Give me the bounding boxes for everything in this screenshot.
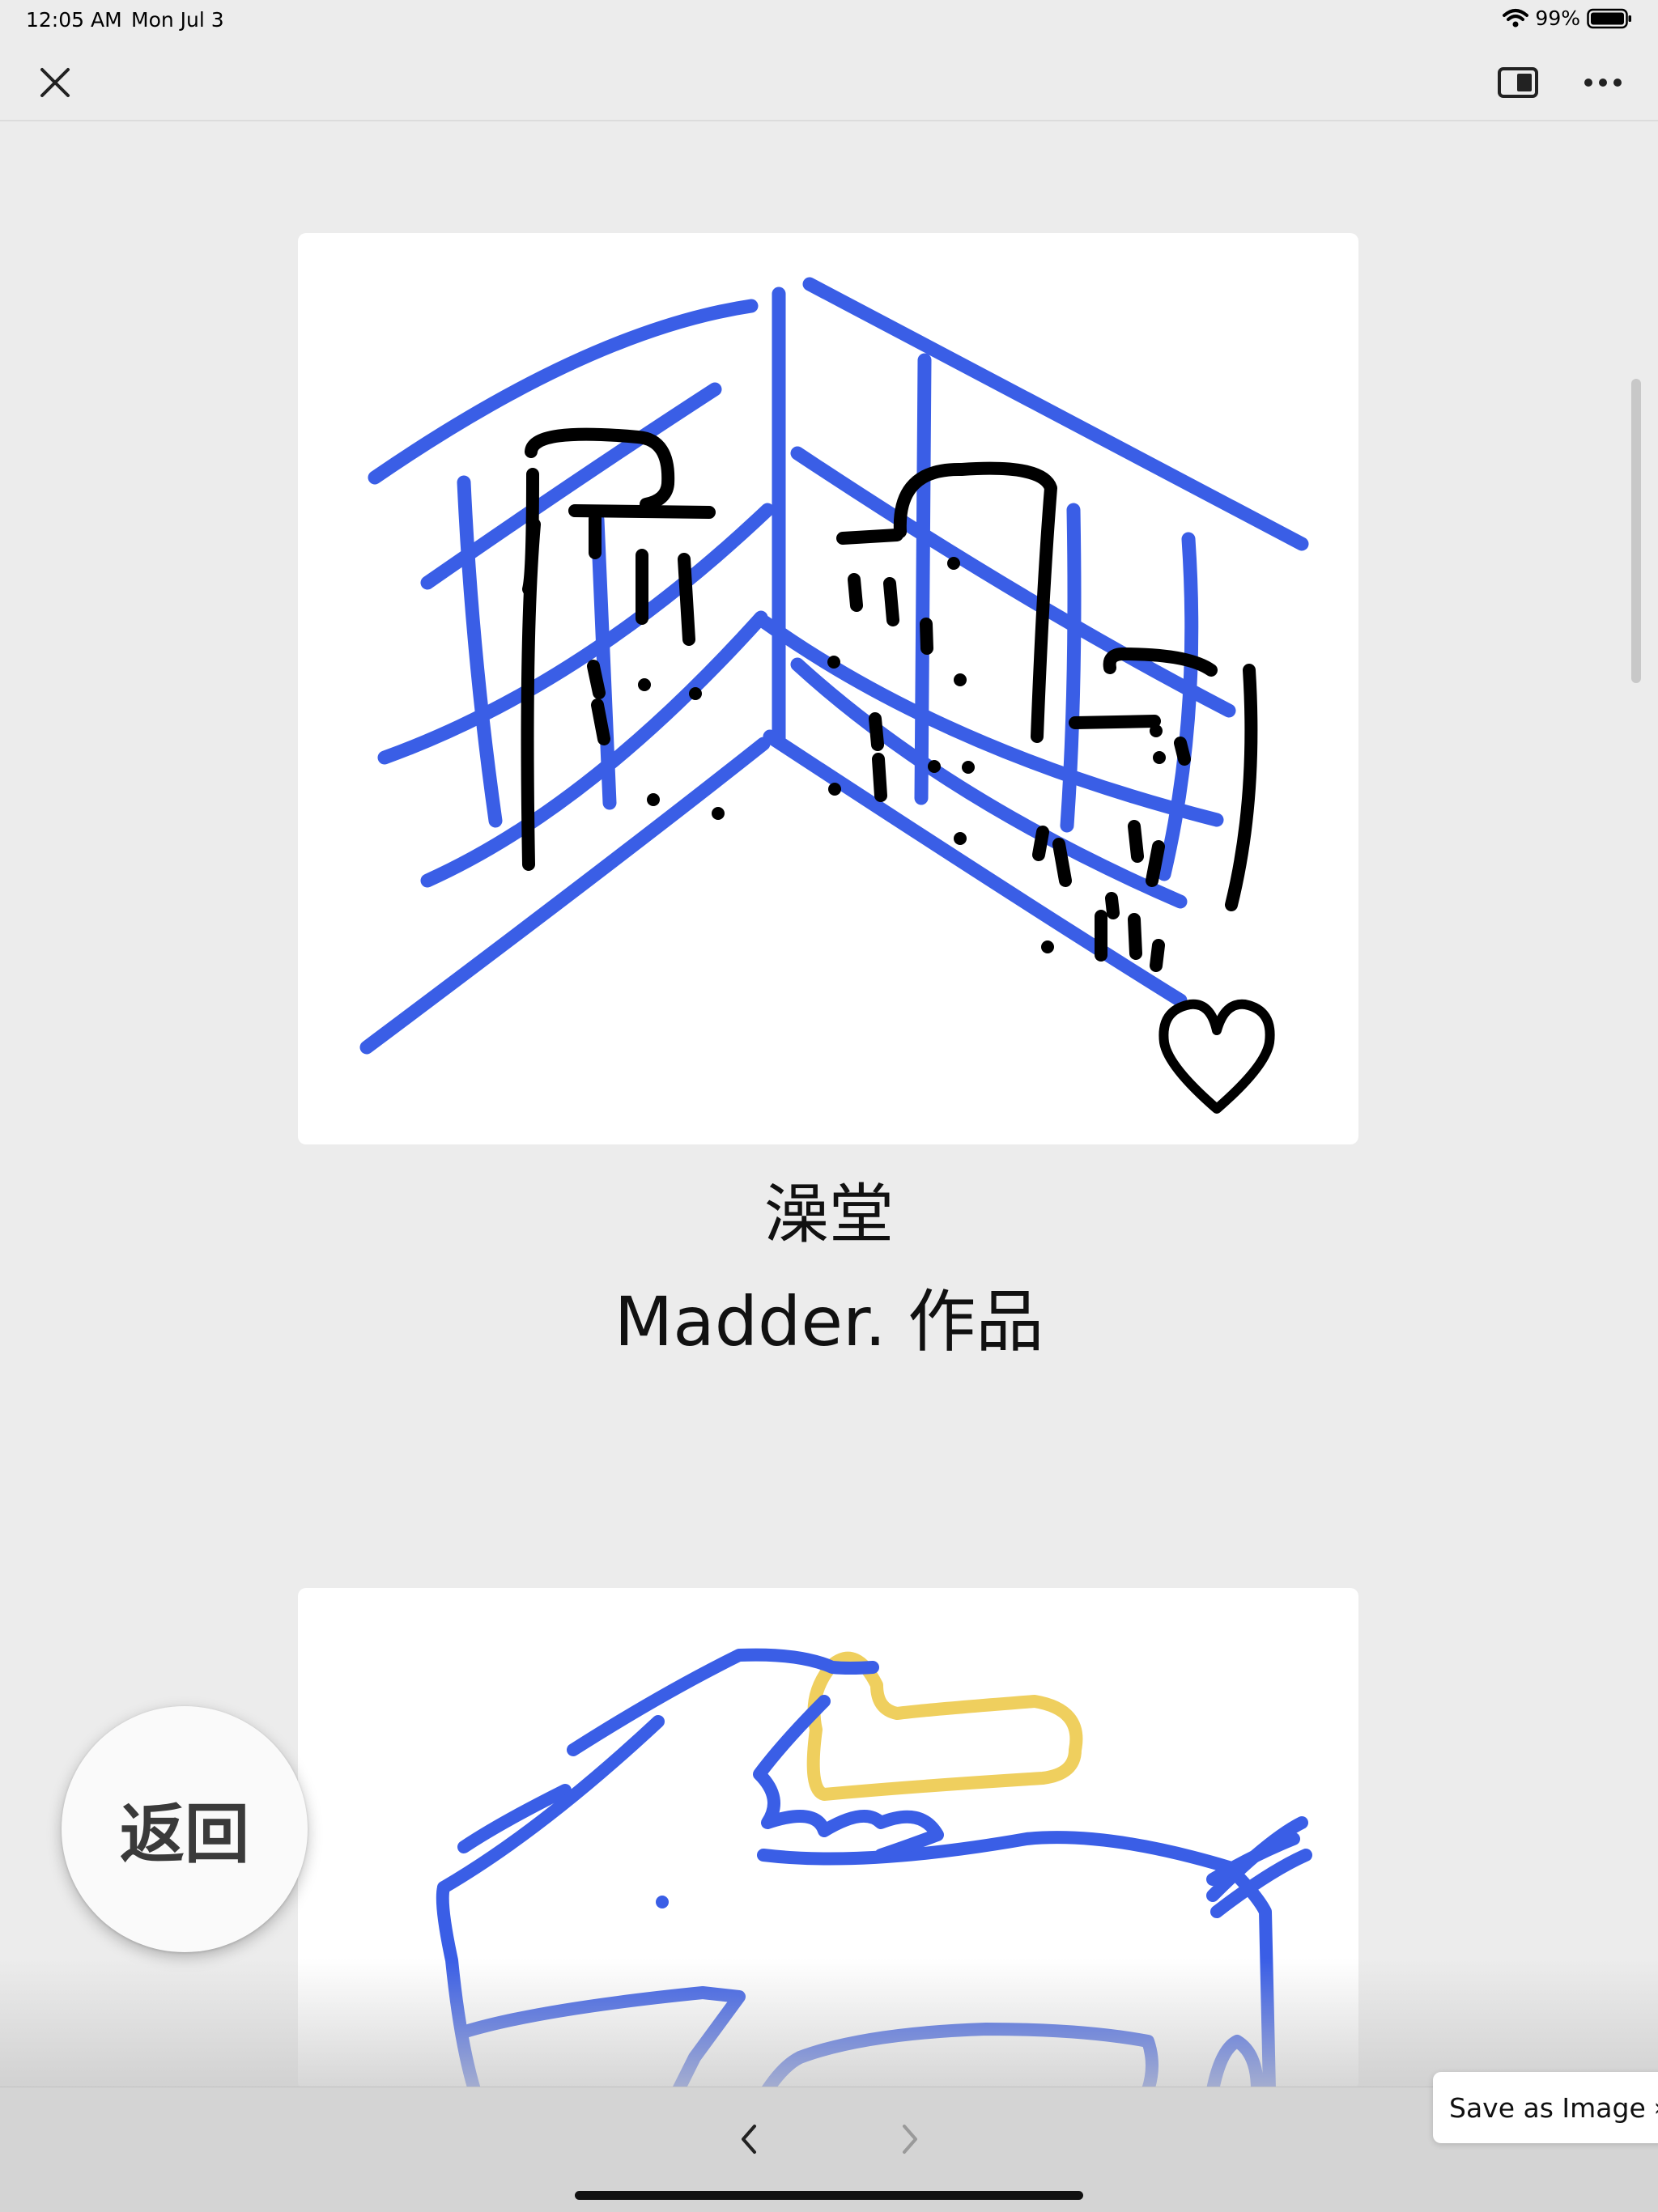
status-indicators: 99% [1503,6,1632,30]
status-date: Mon Jul 3 [131,8,224,32]
close-icon [40,68,70,97]
home-indicator [575,2191,1083,2200]
chevron-left-icon [742,2125,756,2154]
close-button[interactable] [29,57,81,108]
bottom-fade [0,1959,1658,2088]
battery-percent: 99% [1535,6,1580,30]
top-toolbar [0,39,1658,121]
artwork-drawing [359,277,1309,1114]
sidebar-toggle-icon [1498,67,1538,98]
scrollbar[interactable] [1631,379,1641,683]
more-button[interactable] [1577,57,1629,108]
nav-back-button[interactable] [725,2113,773,2165]
battery-icon [1587,8,1631,28]
status-bar: 12:05 AM Mon Jul 3 99% [0,0,1658,39]
heart-icon[interactable] [1158,999,1275,1114]
work-author: Madder. 作品 [614,1282,1044,1361]
drawing-card [298,233,1358,1144]
chevron-right-icon: › [1654,2094,1658,2122]
status-time: 12:05 AM [26,8,122,32]
wifi-icon [1503,8,1529,27]
bottom-toolbar [0,2087,1658,2212]
nav-forward-button[interactable] [886,2113,934,2165]
work-title: 澡堂 [764,1177,894,1252]
save-as-image-button[interactable]: Save as Image › [1433,2072,1658,2143]
back-button[interactable]: 返回 [62,1706,308,1952]
more-icon [1584,79,1622,87]
sidebar-toggle-button[interactable] [1491,57,1545,108]
save-as-image-label: Save as Image [1449,2091,1646,2124]
chevron-right-icon [903,2125,917,2154]
